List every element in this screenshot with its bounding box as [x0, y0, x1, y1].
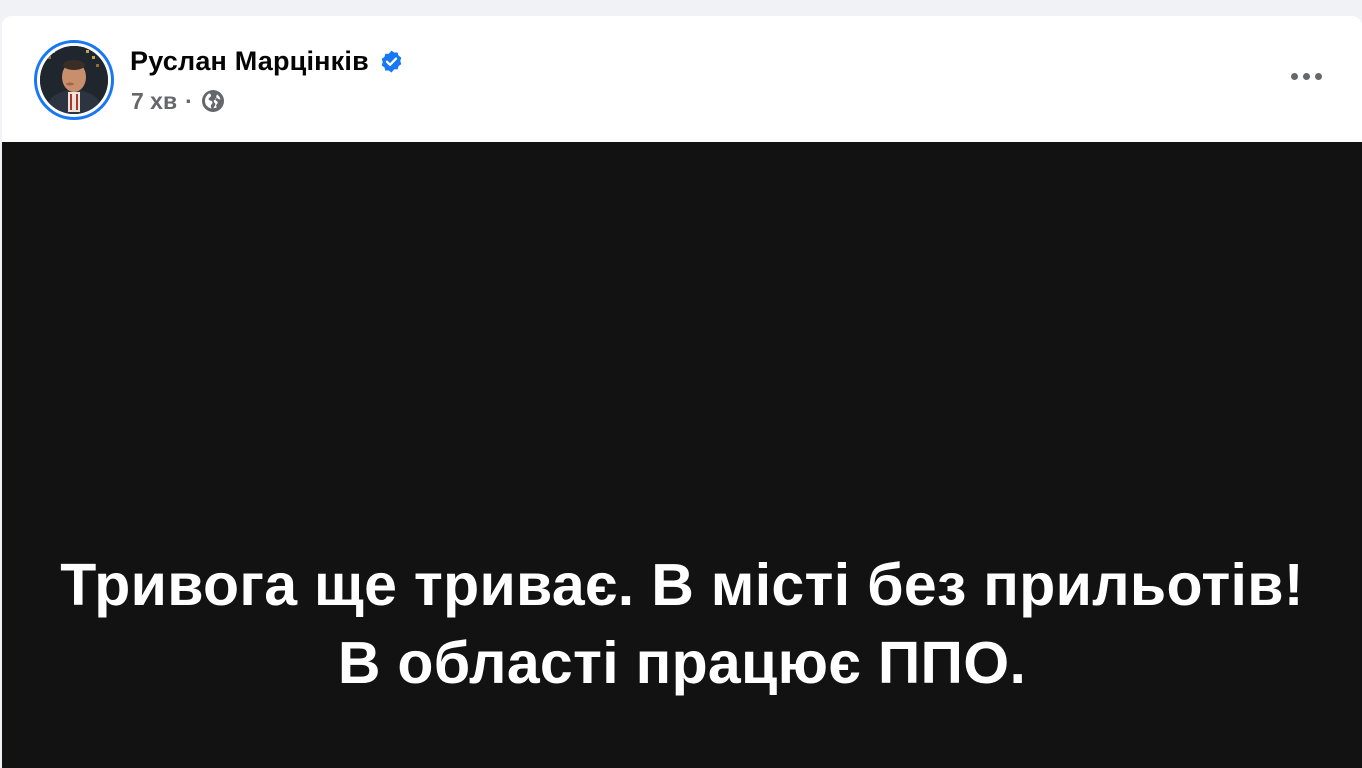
post-image-text-line-2: В області працює ППО.	[337, 630, 1027, 696]
post-image-text: Тривога ще триває. В місті без прильотів…	[2, 546, 1362, 702]
post-header: Руслан Марцінків 7 хв ·	[2, 16, 1362, 142]
post-image-text-line-1: Тривога ще триває. В місті без прильотів…	[60, 552, 1304, 618]
avatar[interactable]	[40, 46, 108, 114]
post-timestamp[interactable]: 7 хв	[131, 88, 177, 115]
avatar-story-ring[interactable]	[34, 40, 114, 120]
author-name[interactable]: Руслан Марцінків	[130, 46, 369, 77]
more-options-icon	[1314, 72, 1322, 80]
post-meta: 7 хв ·	[131, 86, 225, 116]
post-card: Руслан Марцінків 7 хв · Тривога ще трива…	[2, 16, 1362, 768]
verified-badge-icon	[381, 50, 402, 72]
post-image[interactable]: Тривога ще триває. В місті без прильотів…	[2, 142, 1362, 768]
meta-separator: ·	[185, 87, 193, 114]
globe-icon[interactable]	[201, 89, 225, 113]
more-options-icon	[1302, 72, 1310, 80]
more-options-button[interactable]	[1276, 56, 1336, 96]
more-options-icon	[1290, 72, 1298, 80]
author-row: Руслан Марцінків	[130, 44, 404, 78]
